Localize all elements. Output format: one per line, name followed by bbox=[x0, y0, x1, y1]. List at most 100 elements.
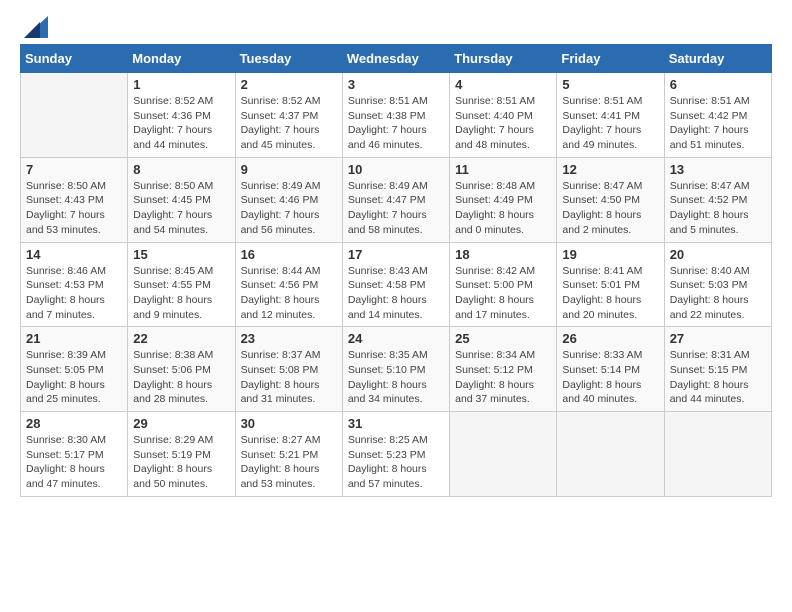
day-info: Sunrise: 8:47 AM Sunset: 4:52 PM Dayligh… bbox=[670, 179, 766, 238]
day-info: Sunrise: 8:52 AM Sunset: 4:36 PM Dayligh… bbox=[133, 94, 229, 153]
day-info: Sunrise: 8:43 AM Sunset: 4:58 PM Dayligh… bbox=[348, 264, 444, 323]
day-cell: 2 Sunrise: 8:52 AM Sunset: 4:37 PM Daylig… bbox=[235, 73, 342, 158]
day-info: Sunrise: 8:52 AM Sunset: 4:37 PM Dayligh… bbox=[241, 94, 337, 153]
day-cell: 11 Sunrise: 8:48 AM Sunset: 4:49 PM Dayli… bbox=[450, 157, 557, 242]
day-cell: 1Sunrise: 8:52 AM Sunset: 4:36 PM Daylig… bbox=[128, 73, 235, 158]
header-saturday: Saturday bbox=[664, 45, 771, 73]
day-cell: 27 Sunrise: 8:31 AM Sunset: 5:15 PM Dayli… bbox=[664, 327, 771, 412]
day-info: Sunrise: 8:27 AM Sunset: 5:21 PM Dayligh… bbox=[241, 433, 337, 492]
week-row-4: 21 Sunrise: 8:39 AM Sunset: 5:05 PM Dayli… bbox=[21, 327, 772, 412]
day-cell: 22Sunrise: 8:38 AM Sunset: 5:06 PM Dayli… bbox=[128, 327, 235, 412]
day-number: 30 bbox=[241, 416, 337, 431]
day-info: Sunrise: 8:37 AM Sunset: 5:08 PM Dayligh… bbox=[241, 348, 337, 407]
day-info: Sunrise: 8:35 AM Sunset: 5:10 PM Dayligh… bbox=[348, 348, 444, 407]
day-number: 12 bbox=[562, 162, 658, 177]
day-info: Sunrise: 8:51 AM Sunset: 4:42 PM Dayligh… bbox=[670, 94, 766, 153]
day-info: Sunrise: 8:29 AM Sunset: 5:19 PM Dayligh… bbox=[133, 433, 229, 492]
header-friday: Friday bbox=[557, 45, 664, 73]
day-number: 19 bbox=[562, 247, 658, 262]
day-number: 26 bbox=[562, 331, 658, 346]
day-cell bbox=[557, 412, 664, 497]
day-cell: 3 Sunrise: 8:51 AM Sunset: 4:38 PM Daylig… bbox=[342, 73, 449, 158]
day-number: 14 bbox=[26, 247, 122, 262]
day-info: Sunrise: 8:30 AM Sunset: 5:17 PM Dayligh… bbox=[26, 433, 122, 492]
header-monday: Monday bbox=[128, 45, 235, 73]
day-info: Sunrise: 8:39 AM Sunset: 5:05 PM Dayligh… bbox=[26, 348, 122, 407]
day-cell: 21 Sunrise: 8:39 AM Sunset: 5:05 PM Dayli… bbox=[21, 327, 128, 412]
day-number: 13 bbox=[670, 162, 766, 177]
day-cell: 17 Sunrise: 8:43 AM Sunset: 4:58 PM Dayli… bbox=[342, 242, 449, 327]
week-row-2: 7 Sunrise: 8:50 AM Sunset: 4:43 PM Daylig… bbox=[21, 157, 772, 242]
header-thursday: Thursday bbox=[450, 45, 557, 73]
day-info: Sunrise: 8:49 AM Sunset: 4:46 PM Dayligh… bbox=[241, 179, 337, 238]
day-number: 2 bbox=[241, 77, 337, 92]
day-cell: 18 Sunrise: 8:42 AM Sunset: 5:00 PM Dayli… bbox=[450, 242, 557, 327]
day-cell: 13 Sunrise: 8:47 AM Sunset: 4:52 PM Dayli… bbox=[664, 157, 771, 242]
day-info: Sunrise: 8:40 AM Sunset: 5:03 PM Dayligh… bbox=[670, 264, 766, 323]
page-header bbox=[20, 16, 772, 38]
header-tuesday: Tuesday bbox=[235, 45, 342, 73]
day-number: 25 bbox=[455, 331, 551, 346]
day-number: 7 bbox=[26, 162, 122, 177]
day-info: Sunrise: 8:34 AM Sunset: 5:12 PM Dayligh… bbox=[455, 348, 551, 407]
day-number: 23 bbox=[241, 331, 337, 346]
day-info: Sunrise: 8:51 AM Sunset: 4:41 PM Dayligh… bbox=[562, 94, 658, 153]
day-info: Sunrise: 8:44 AM Sunset: 4:56 PM Dayligh… bbox=[241, 264, 337, 323]
day-cell: 29 Sunrise: 8:29 AM Sunset: 5:19 PM Dayli… bbox=[128, 412, 235, 497]
day-info: Sunrise: 8:51 AM Sunset: 4:40 PM Dayligh… bbox=[455, 94, 551, 153]
day-info: Sunrise: 8:51 AM Sunset: 4:38 PM Dayligh… bbox=[348, 94, 444, 153]
day-number: 22 bbox=[133, 331, 229, 346]
logo-icon bbox=[24, 16, 48, 38]
day-info: Sunrise: 8:49 AM Sunset: 4:47 PM Dayligh… bbox=[348, 179, 444, 238]
day-cell: 9 Sunrise: 8:49 AM Sunset: 4:46 PM Daylig… bbox=[235, 157, 342, 242]
day-cell: 25 Sunrise: 8:34 AM Sunset: 5:12 PM Dayli… bbox=[450, 327, 557, 412]
week-row-3: 14 Sunrise: 8:46 AM Sunset: 4:53 PM Dayli… bbox=[21, 242, 772, 327]
day-number: 29 bbox=[133, 416, 229, 431]
day-number: 18 bbox=[455, 247, 551, 262]
calendar-header-row: SundayMondayTuesdayWednesdayThursdayFrid… bbox=[21, 45, 772, 73]
day-cell: 24 Sunrise: 8:35 AM Sunset: 5:10 PM Dayli… bbox=[342, 327, 449, 412]
day-cell: 20 Sunrise: 8:40 AM Sunset: 5:03 PM Dayli… bbox=[664, 242, 771, 327]
day-number: 3 bbox=[348, 77, 444, 92]
day-number: 17 bbox=[348, 247, 444, 262]
header-sunday: Sunday bbox=[21, 45, 128, 73]
day-number: 15 bbox=[133, 247, 229, 262]
day-info: Sunrise: 8:47 AM Sunset: 4:50 PM Dayligh… bbox=[562, 179, 658, 238]
day-cell: 23 Sunrise: 8:37 AM Sunset: 5:08 PM Dayli… bbox=[235, 327, 342, 412]
day-cell: 15 Sunrise: 8:45 AM Sunset: 4:55 PM Dayli… bbox=[128, 242, 235, 327]
day-info: Sunrise: 8:25 AM Sunset: 5:23 PM Dayligh… bbox=[348, 433, 444, 492]
day-cell: 14 Sunrise: 8:46 AM Sunset: 4:53 PM Dayli… bbox=[21, 242, 128, 327]
day-info: Sunrise: 8:46 AM Sunset: 4:53 PM Dayligh… bbox=[26, 264, 122, 323]
day-number: 27 bbox=[670, 331, 766, 346]
week-row-5: 28Sunrise: 8:30 AM Sunset: 5:17 PM Dayli… bbox=[21, 412, 772, 497]
day-number: 31 bbox=[348, 416, 444, 431]
header-wednesday: Wednesday bbox=[342, 45, 449, 73]
day-info: Sunrise: 8:41 AM Sunset: 5:01 PM Dayligh… bbox=[562, 264, 658, 323]
day-number: 20 bbox=[670, 247, 766, 262]
day-number: 8 bbox=[133, 162, 229, 177]
day-info: Sunrise: 8:31 AM Sunset: 5:15 PM Dayligh… bbox=[670, 348, 766, 407]
day-number: 6 bbox=[670, 77, 766, 92]
day-number: 9 bbox=[241, 162, 337, 177]
day-info: Sunrise: 8:45 AM Sunset: 4:55 PM Dayligh… bbox=[133, 264, 229, 323]
day-cell: 16 Sunrise: 8:44 AM Sunset: 4:56 PM Dayli… bbox=[235, 242, 342, 327]
day-cell bbox=[21, 73, 128, 158]
day-number: 24 bbox=[348, 331, 444, 346]
day-info: Sunrise: 8:33 AM Sunset: 5:14 PM Dayligh… bbox=[562, 348, 658, 407]
day-cell: 4Sunrise: 8:51 AM Sunset: 4:40 PM Daylig… bbox=[450, 73, 557, 158]
day-cell: 6 Sunrise: 8:51 AM Sunset: 4:42 PM Daylig… bbox=[664, 73, 771, 158]
day-info: Sunrise: 8:42 AM Sunset: 5:00 PM Dayligh… bbox=[455, 264, 551, 323]
day-cell: 8 Sunrise: 8:50 AM Sunset: 4:45 PM Daylig… bbox=[128, 157, 235, 242]
day-number: 21 bbox=[26, 331, 122, 346]
day-cell: 30 Sunrise: 8:27 AM Sunset: 5:21 PM Dayli… bbox=[235, 412, 342, 497]
day-cell bbox=[450, 412, 557, 497]
day-number: 11 bbox=[455, 162, 551, 177]
day-number: 5 bbox=[562, 77, 658, 92]
day-info: Sunrise: 8:48 AM Sunset: 4:49 PM Dayligh… bbox=[455, 179, 551, 238]
day-info: Sunrise: 8:50 AM Sunset: 4:45 PM Dayligh… bbox=[133, 179, 229, 238]
day-info: Sunrise: 8:50 AM Sunset: 4:43 PM Dayligh… bbox=[26, 179, 122, 238]
day-number: 10 bbox=[348, 162, 444, 177]
day-number: 16 bbox=[241, 247, 337, 262]
day-cell: 10 Sunrise: 8:49 AM Sunset: 4:47 PM Dayli… bbox=[342, 157, 449, 242]
week-row-1: 1Sunrise: 8:52 AM Sunset: 4:36 PM Daylig… bbox=[21, 73, 772, 158]
